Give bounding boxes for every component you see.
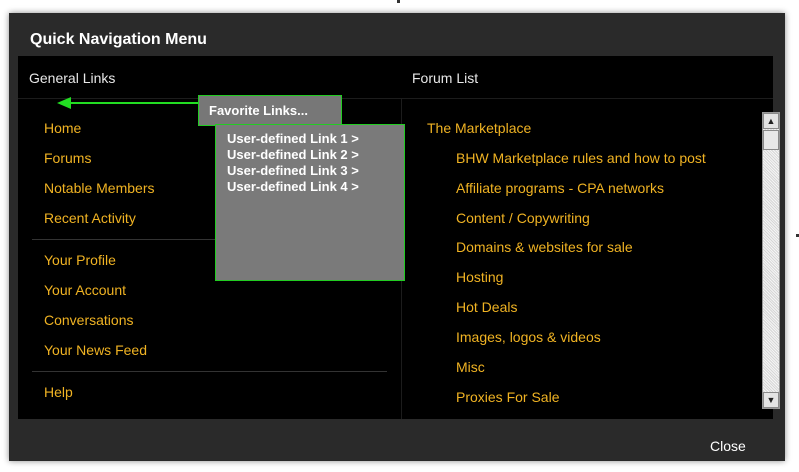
nav-link-your-profile[interactable]: Your Profile [44,252,116,268]
forum-link-affiliate-programs[interactable]: Affiliate programs - CPA networks [456,180,664,196]
nav-link-conversations[interactable]: Conversations [44,312,134,328]
scrollbar-thumb[interactable] [763,130,779,150]
dialog-title: Quick Navigation Menu [30,31,207,48]
arrow-down-icon[interactable]: ▼ [763,392,779,408]
forum-link-proxies-for-sale[interactable]: Proxies For Sale [456,389,559,405]
nav-link-help[interactable]: Help [44,384,73,400]
user-defined-link-3[interactable]: User-defined Link 3 > [227,163,359,178]
links-separator [32,371,387,372]
forum-link-domains-websites[interactable]: Domains & websites for sale [456,239,633,255]
forum-list-scrollbar[interactable]: ▲ ▼ [762,112,780,409]
nav-link-forums[interactable]: Forums [44,150,91,166]
arrow-left-icon [57,97,200,109]
forum-list-header: Forum List [412,70,479,86]
stray-mark [397,0,400,3]
favorite-links-menu[interactable]: Favorite Links... [198,95,342,126]
user-defined-link-1[interactable]: User-defined Link 1 > [227,131,359,146]
forum-link-content-copywriting[interactable]: Content / Copywriting [456,210,590,226]
forum-link-hosting[interactable]: Hosting [456,269,503,285]
nav-link-your-account[interactable]: Your Account [44,282,126,298]
favorite-links-submenu: User-defined Link 1 > User-defined Link … [215,124,405,281]
forum-link-misc[interactable]: Misc [456,359,485,375]
user-defined-link-2[interactable]: User-defined Link 2 > [227,147,359,162]
general-links-header: General Links [29,70,116,86]
arrow-up-icon[interactable]: ▲ [763,113,779,129]
nav-link-recent-activity[interactable]: Recent Activity [44,210,136,226]
nav-link-home[interactable]: Home [44,120,81,136]
forum-link-the-marketplace[interactable]: The Marketplace [427,120,531,136]
nav-link-your-news-feed[interactable]: Your News Feed [44,342,147,358]
nav-link-notable-members[interactable]: Notable Members [44,180,155,196]
user-defined-link-4[interactable]: User-defined Link 4 > [227,179,359,194]
forum-link-images-logos-videos[interactable]: Images, logos & videos [456,329,601,345]
forum-link-marketplace-rules[interactable]: BHW Marketplace rules and how to post [456,150,706,166]
forum-link-hot-deals[interactable]: Hot Deals [456,299,517,315]
favorite-links-label: Favorite Links... [209,103,308,118]
close-button[interactable]: Close [710,438,746,454]
